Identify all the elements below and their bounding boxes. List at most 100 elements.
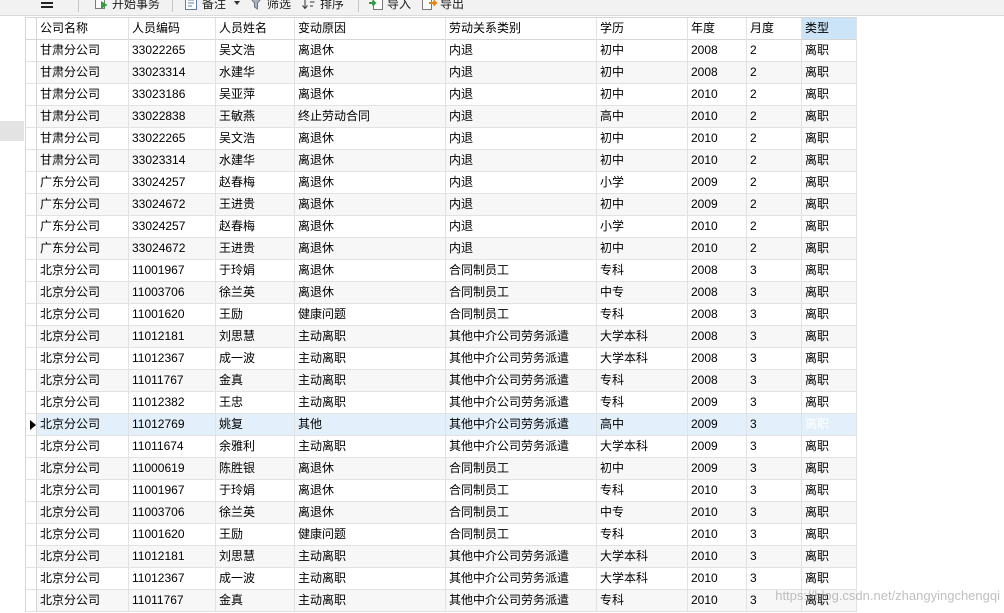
change-reason-cell[interactable]: 终止劳动合同 <box>295 106 446 128</box>
month-cell[interactable]: 3 <box>747 326 802 348</box>
employee-code-cell[interactable]: 11012181 <box>129 546 216 568</box>
year-cell[interactable]: 2010 <box>688 502 747 524</box>
table-row[interactable]: 广东分公司 33024257 赵春梅 离退休 内退 小学 2009 2 离职 <box>25 172 857 194</box>
type-cell[interactable]: 离职 <box>802 590 857 612</box>
row-selector[interactable] <box>25 326 37 348</box>
change-reason-cell[interactable]: 离退休 <box>295 172 446 194</box>
type-cell[interactable]: 离职 <box>802 172 857 194</box>
table-row[interactable]: 北京分公司 11001620 王励 健康问题 合同制员工 专科 2008 3 离职 <box>25 304 857 326</box>
month-cell[interactable]: 3 <box>747 348 802 370</box>
month-cell[interactable]: 2 <box>747 84 802 106</box>
labor-relation-type-cell[interactable]: 内退 <box>446 150 597 172</box>
education-cell[interactable]: 专科 <box>597 260 688 282</box>
education-cell[interactable]: 专科 <box>597 480 688 502</box>
column-header-employee-name[interactable]: 人员姓名 <box>216 18 295 40</box>
table-row[interactable]: 广东分公司 33024257 赵春梅 离退休 内退 小学 2010 2 离职 <box>25 216 857 238</box>
year-cell[interactable]: 2010 <box>688 238 747 260</box>
education-cell[interactable]: 高中 <box>597 106 688 128</box>
table-row[interactable]: 北京分公司 11011767 金真 主动离职 其他中介公司劳务派遣 专科 2010 3 离职 <box>25 590 857 612</box>
row-selector[interactable] <box>25 502 37 524</box>
month-cell[interactable]: 3 <box>747 524 802 546</box>
labor-relation-type-cell[interactable]: 合同制员工 <box>446 260 597 282</box>
education-cell[interactable]: 专科 <box>597 590 688 612</box>
company-name-cell[interactable]: 北京分公司 <box>37 370 129 392</box>
row-selector[interactable] <box>25 238 37 260</box>
column-header-change-reason[interactable]: 变动原因 <box>295 18 446 40</box>
employee-name-cell[interactable]: 水建华 <box>216 150 295 172</box>
labor-relation-type-cell[interactable]: 其他中介公司劳务派遣 <box>446 326 597 348</box>
row-selector[interactable] <box>25 568 37 590</box>
employee-code-cell[interactable]: 33024257 <box>129 216 216 238</box>
import-button[interactable]: 导入 <box>368 0 411 15</box>
company-name-cell[interactable]: 北京分公司 <box>37 502 129 524</box>
type-cell[interactable]: 离职 <box>802 62 857 84</box>
row-selector[interactable] <box>25 106 37 128</box>
company-name-cell[interactable]: 广东分公司 <box>37 238 129 260</box>
row-selector[interactable] <box>25 370 37 392</box>
year-cell[interactable]: 2009 <box>688 458 747 480</box>
employee-name-cell[interactable]: 王励 <box>216 304 295 326</box>
education-cell[interactable]: 专科 <box>597 524 688 546</box>
table-row[interactable]: 北京分公司 11012181 刘思慧 主动离职 其他中介公司劳务派遣 大学本科 2010 3 离… <box>25 546 857 568</box>
education-cell[interactable]: 大学本科 <box>597 436 688 458</box>
employee-name-cell[interactable]: 王进贵 <box>216 194 295 216</box>
table-row[interactable]: 北京分公司 11012367 成一波 主动离职 其他中介公司劳务派遣 大学本科 2008 3 离… <box>25 348 857 370</box>
education-cell[interactable]: 专科 <box>597 304 688 326</box>
row-selector[interactable] <box>25 392 37 414</box>
company-name-cell[interactable]: 北京分公司 <box>37 348 129 370</box>
employee-name-cell[interactable]: 吴文浩 <box>216 40 295 62</box>
education-cell[interactable]: 专科 <box>597 392 688 414</box>
year-cell[interactable]: 2009 <box>688 172 747 194</box>
row-selector[interactable] <box>25 414 37 436</box>
row-selector[interactable] <box>25 524 37 546</box>
table-row[interactable]: 北京分公司 11012181 刘思慧 主动离职 其他中介公司劳务派遣 大学本科 2008 3 离… <box>25 326 857 348</box>
type-cell[interactable]: 离职 <box>802 216 857 238</box>
employee-code-cell[interactable]: 33022265 <box>129 40 216 62</box>
year-cell[interactable]: 2008 <box>688 304 747 326</box>
month-cell[interactable]: 2 <box>747 238 802 260</box>
column-header-type[interactable]: 类型 <box>802 18 857 40</box>
year-cell[interactable]: 2008 <box>688 348 747 370</box>
employee-name-cell[interactable]: 徐兰英 <box>216 502 295 524</box>
table-row[interactable]: 北京分公司 11001967 于玲娟 离退休 合同制员工 专科 2010 3 离职 <box>25 480 857 502</box>
education-cell[interactable]: 初中 <box>597 128 688 150</box>
table-row[interactable]: 广东分公司 33024672 王进贵 离退休 内退 初中 2010 2 离职 <box>25 238 857 260</box>
employee-name-cell[interactable]: 刘思慧 <box>216 326 295 348</box>
employee-code-cell[interactable]: 33024257 <box>129 172 216 194</box>
row-selector[interactable] <box>25 458 37 480</box>
year-cell[interactable]: 2009 <box>688 436 747 458</box>
company-name-cell[interactable]: 北京分公司 <box>37 436 129 458</box>
change-reason-cell[interactable]: 主动离职 <box>295 436 446 458</box>
row-selector[interactable] <box>25 348 37 370</box>
table-row[interactable]: 北京分公司 11001967 于玲娟 离退休 合同制员工 专科 2008 3 离职 <box>25 260 857 282</box>
select-all-corner[interactable] <box>25 18 37 40</box>
company-name-cell[interactable]: 广东分公司 <box>37 216 129 238</box>
labor-relation-type-cell[interactable]: 其他中介公司劳务派遣 <box>446 568 597 590</box>
change-reason-cell[interactable]: 离退休 <box>295 40 446 62</box>
company-name-cell[interactable]: 北京分公司 <box>37 304 129 326</box>
month-cell[interactable]: 3 <box>747 392 802 414</box>
column-header-education[interactable]: 学历 <box>597 18 688 40</box>
table-row[interactable]: 北京分公司 11012367 成一波 主动离职 其他中介公司劳务派遣 大学本科 2010 3 离… <box>25 568 857 590</box>
row-selector[interactable] <box>25 304 37 326</box>
row-selector[interactable] <box>25 480 37 502</box>
labor-relation-type-cell[interactable]: 内退 <box>446 238 597 260</box>
employee-code-cell[interactable]: 11012367 <box>129 348 216 370</box>
employee-code-cell[interactable]: 11003706 <box>129 282 216 304</box>
year-cell[interactable]: 2009 <box>688 392 747 414</box>
change-reason-cell[interactable]: 离退休 <box>295 458 446 480</box>
labor-relation-type-cell[interactable]: 其他中介公司劳务派遣 <box>446 392 597 414</box>
employee-name-cell[interactable]: 王励 <box>216 524 295 546</box>
company-name-cell[interactable]: 北京分公司 <box>37 480 129 502</box>
employee-code-cell[interactable]: 33023186 <box>129 84 216 106</box>
labor-relation-type-cell[interactable]: 合同制员工 <box>446 480 597 502</box>
month-cell[interactable]: 3 <box>747 304 802 326</box>
employee-code-cell[interactable]: 11001967 <box>129 480 216 502</box>
change-reason-cell[interactable]: 离退休 <box>295 194 446 216</box>
type-cell[interactable]: 离职 <box>802 524 857 546</box>
change-reason-cell[interactable]: 离退休 <box>295 84 446 106</box>
month-cell[interactable]: 2 <box>747 62 802 84</box>
labor-relation-type-cell[interactable]: 内退 <box>446 40 597 62</box>
labor-relation-type-cell[interactable]: 其他中介公司劳务派遣 <box>446 370 597 392</box>
labor-relation-type-cell[interactable]: 其他中介公司劳务派遣 <box>446 414 597 436</box>
